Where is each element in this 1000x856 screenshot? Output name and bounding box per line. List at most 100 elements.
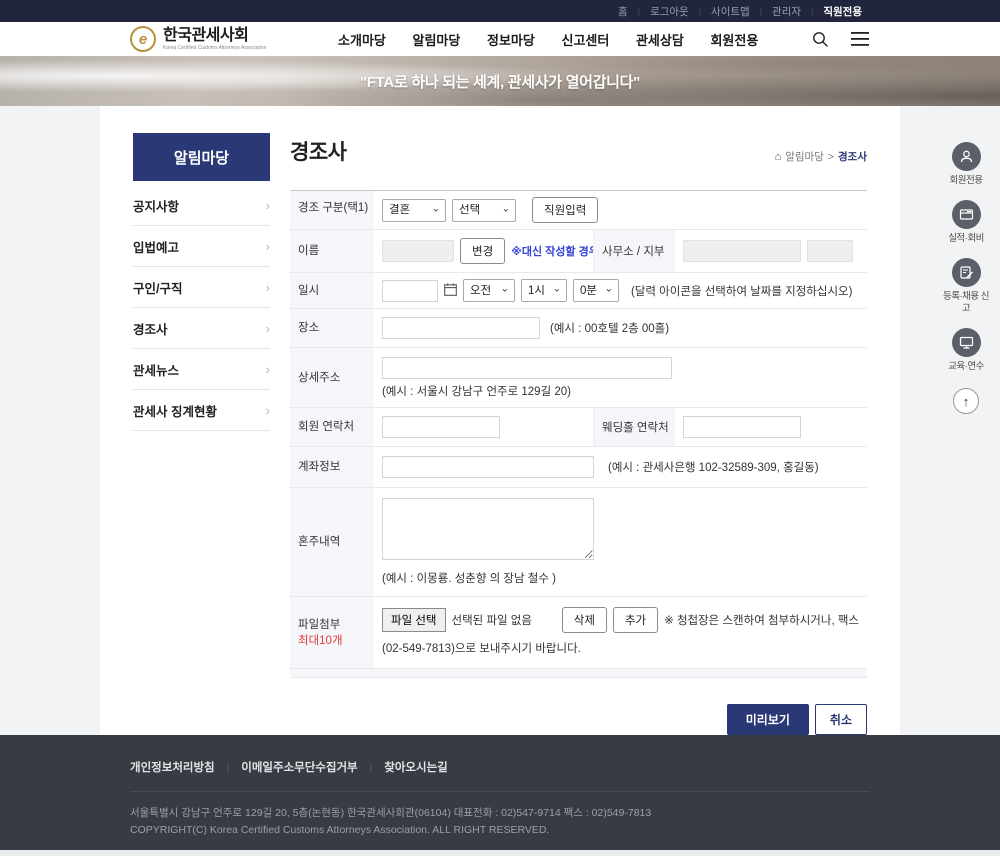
util-link-admin[interactable]: 관리자 <box>762 4 811 19</box>
form-row-category: 경조 구분(택1) 결혼 선택 직원입력 <box>290 191 867 230</box>
date-input[interactable] <box>382 280 438 302</box>
page-title: 경조사 <box>290 136 346 166</box>
form-row-address: 상세주소 (예시 : 서울시 강남구 언주로 129길 20) <box>290 348 867 408</box>
footer-link-directions[interactable]: 찾아오시는길 <box>384 759 447 775</box>
file-select-button[interactable]: 파일 선택 <box>382 608 446 632</box>
parents-textarea[interactable] <box>382 498 594 560</box>
form-row-place: 장소 (예시 : 00호텔 2층 00홀) <box>290 309 867 348</box>
field-label: 혼주내역 <box>290 488 374 596</box>
nav-info[interactable]: 정보마당 <box>487 30 535 49</box>
bottom-strip <box>0 850 1000 856</box>
sidebar-item-customs-news[interactable]: 관세뉴스› <box>133 349 270 390</box>
table-footer-strip <box>290 669 867 678</box>
divider: | <box>370 762 373 773</box>
sidebar-item-legislation[interactable]: 입법예고› <box>133 226 270 267</box>
hero-banner: "FTA로 하나 되는 세계, 관세사가 열어갑니다" <box>0 56 1000 106</box>
field-label: 일시 <box>290 273 374 308</box>
util-link-home[interactable]: 홈 <box>608 4 638 19</box>
field-label: 장소 <box>290 309 374 347</box>
footer-address: 서울특별시 강남구 언주로 129길 20, 5층(논현동) 한국관세사회관(0… <box>130 805 870 822</box>
sidebar-item-family-events[interactable]: 경조사› <box>133 308 270 349</box>
place-input[interactable] <box>382 317 540 339</box>
hero-slogan: "FTA로 하나 되는 세계, 관세사가 열어갑니다" <box>360 71 640 92</box>
branch-input[interactable] <box>807 240 853 262</box>
chevron-right-icon: › <box>266 198 270 213</box>
nav-consult[interactable]: 관세상담 <box>636 30 684 49</box>
staff-input-button[interactable]: 직원입력 <box>532 197 598 223</box>
family-event-form: 경조 구분(택1) 결혼 선택 직원입력 이름 변경 ※대신 작성할 경우 사용 <box>290 190 867 678</box>
quick-members[interactable]: 회원전용 <box>950 142 983 187</box>
scroll-to-top-button[interactable]: ↑ <box>953 388 979 414</box>
add-file-button[interactable]: 추가 <box>613 607 658 633</box>
field-label-venue-phone: 웨딩홀 연락처 <box>593 408 675 446</box>
nav-intro[interactable]: 소개마당 <box>338 30 386 49</box>
address-input[interactable] <box>382 357 672 379</box>
sidebar-item-notice[interactable]: 공지사항› <box>133 185 270 226</box>
logo-title: 한국관세사회 <box>163 28 266 44</box>
util-link-staff-only[interactable]: 직원전용 <box>813 4 872 19</box>
footer: 개인정보처리방침| 이메일주소무단수집거부| 찾아오시는길 서울특별시 강남구 … <box>0 735 1000 850</box>
main-panel: 경조사 ⌂ 알림마당 > 경조사 경조 구분(택1) 결혼 선택 직원입력 <box>290 133 867 735</box>
footer-link-privacy[interactable]: 개인정보처리방침 <box>130 759 215 775</box>
chevron-right-icon: › <box>266 321 270 336</box>
breadcrumb-section[interactable]: 알림마당 <box>785 149 824 164</box>
content-area: 알림마당 공지사항› 입법예고› 구인/구직› 경조사› 관세뉴스› 관세사 징… <box>0 106 1000 735</box>
delete-file-button[interactable]: 삭제 <box>562 607 607 633</box>
logo[interactable]: e 한국관세사회 Korea Certified Customs Attorne… <box>130 26 266 52</box>
account-input[interactable] <box>382 456 594 478</box>
nav-report[interactable]: 신고센터 <box>561 30 609 49</box>
form-row-contacts: 회원 연락처 웨딩홀 연락처 <box>290 408 867 447</box>
search-icon[interactable] <box>810 29 830 49</box>
nav-members[interactable]: 회원전용 <box>710 30 758 49</box>
attachment-note-line1: ※ 청첩장은 스캔하여 첨부하시거나, 팩스 <box>664 612 859 628</box>
form-row-datetime: 일시 오전 1시 0분 (달력 아이콘을 선택하여 날짜를 지정하십시오) <box>290 273 867 309</box>
utility-bar: 홈| 로그아웃| 사이트맵| 관리자| 직원전용 <box>0 0 1000 22</box>
breadcrumb: ⌂ 알림마당 > 경조사 <box>775 149 867 166</box>
quick-education[interactable]: 교육·연수 <box>948 328 984 373</box>
preview-button[interactable]: 미리보기 <box>727 704 809 735</box>
event-subtype-select[interactable]: 선택 <box>452 199 516 222</box>
member-phone-input[interactable] <box>382 416 500 438</box>
cancel-button[interactable]: 취소 <box>815 704 867 735</box>
arrow-up-icon: ↑ <box>963 394 970 409</box>
name-input[interactable] <box>382 240 454 262</box>
quick-dues[interactable]: 실적·회비 <box>948 200 984 245</box>
field-label: 경조 구분(택1) <box>290 191 374 229</box>
form-row-attachments: 파일첨부 최대10개 파일 선택 선택된 파일 없음 삭제 추가 ※ 청첩장은 … <box>290 597 867 669</box>
sidebar: 알림마당 공지사항› 입법예고› 구인/구직› 경조사› 관세뉴스› 관세사 징… <box>133 133 270 735</box>
logo-subtitle: Korea Certified Customs Attorneys Associ… <box>163 46 266 51</box>
footer-copyright: COPYRIGHT(C) Korea Certified Customs Att… <box>130 822 870 839</box>
quick-registration[interactable]: 등록·채용 신고 <box>940 258 992 315</box>
field-label: 상세주소 <box>290 348 374 407</box>
datetime-hint: (달력 아이콘을 선택하여 날짜를 지정하십시오) <box>631 283 852 299</box>
ampm-select[interactable]: 오전 <box>463 279 515 302</box>
home-icon[interactable]: ⌂ <box>775 151 782 163</box>
quick-menu: 회원전용 실적·회비 등록·채용 신고 교육·연수 ↑ <box>940 142 992 414</box>
office-input[interactable] <box>683 240 801 262</box>
address-hint: (예시 : 서울시 강남구 언주로 129길 20) <box>382 383 571 399</box>
sidebar-item-discipline[interactable]: 관세사 징계현황› <box>133 390 270 431</box>
sidebar-title: 알림마당 <box>133 133 270 181</box>
form-row-parents: 혼주내역 (예시 : 이몽룡. 성춘향 의 장남 철수 ) <box>290 488 867 597</box>
field-label-office: 사무소 / 지부 <box>593 230 675 272</box>
sidebar-item-jobs[interactable]: 구인/구직› <box>133 267 270 308</box>
calendar-icon[interactable] <box>444 283 457 299</box>
minute-select[interactable]: 0분 <box>573 279 619 302</box>
document-edit-icon <box>952 258 981 287</box>
util-link-sitemap[interactable]: 사이트맵 <box>701 4 760 19</box>
main-nav: 소개마당 알림마당 정보마당 신고센터 관세상담 회원전용 <box>311 30 785 49</box>
max-files-label: 최대10개 <box>298 634 372 650</box>
nav-notice[interactable]: 알림마당 <box>413 30 461 49</box>
monitor-icon <box>952 328 981 357</box>
menu-hamburger-icon[interactable] <box>850 29 870 49</box>
event-type-select[interactable]: 결혼 <box>382 199 446 222</box>
util-link-logout[interactable]: 로그아웃 <box>640 4 699 19</box>
person-icon <box>952 142 981 171</box>
logo-icon: e <box>130 26 156 52</box>
venue-phone-input[interactable] <box>683 416 801 438</box>
file-status: 선택된 파일 없음 <box>452 612 532 628</box>
hour-select[interactable]: 1시 <box>521 279 567 302</box>
attachment-note-line2: (02-549-7813)으로 보내주시기 바랍니다. <box>382 640 581 656</box>
change-name-button[interactable]: 변경 <box>460 238 505 264</box>
footer-link-email-policy[interactable]: 이메일주소무단수집거부 <box>241 759 357 775</box>
